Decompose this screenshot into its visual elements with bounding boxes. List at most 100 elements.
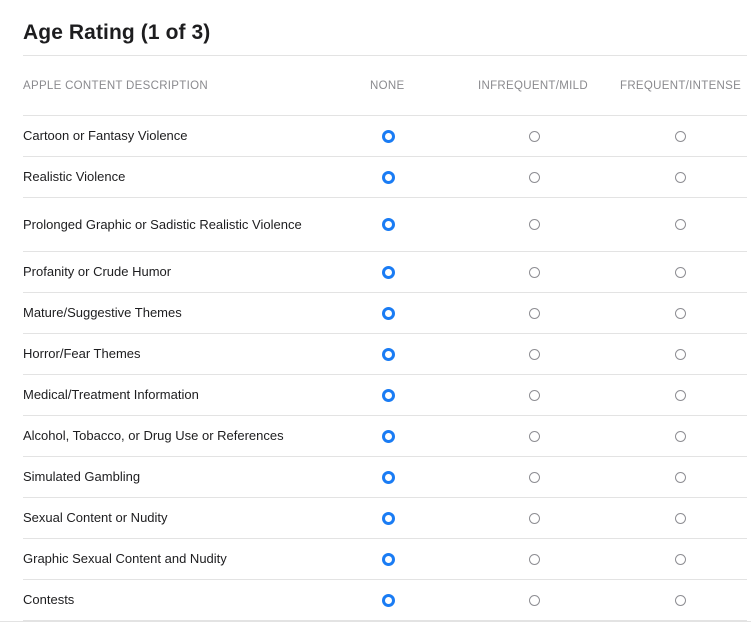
header-frequent-intense: FREQUENT/INTENSE bbox=[620, 80, 742, 92]
radio-none[interactable] bbox=[373, 580, 403, 620]
radio-unselected-icon bbox=[674, 130, 686, 142]
radio-unselected-icon bbox=[528, 348, 540, 360]
row-label: Simulated Gambling bbox=[23, 469, 141, 484]
row-label: Graphic Sexual Content and Nudity bbox=[23, 551, 227, 566]
radio-infrequent-mild[interactable] bbox=[519, 416, 549, 456]
table-row: Realistic Violence bbox=[23, 157, 747, 198]
radio-frequent-intense[interactable] bbox=[665, 580, 695, 620]
radio-unselected-icon bbox=[674, 389, 686, 401]
radio-unselected-icon bbox=[528, 471, 540, 483]
radio-none[interactable] bbox=[373, 375, 403, 415]
header-infrequent-mild: INFREQUENT/MILD bbox=[478, 80, 588, 92]
radio-infrequent-mild[interactable] bbox=[519, 457, 549, 497]
radio-none[interactable] bbox=[373, 457, 403, 497]
radio-none[interactable] bbox=[373, 157, 403, 197]
radio-unselected-icon bbox=[674, 471, 686, 483]
radio-selected-icon bbox=[381, 470, 395, 484]
radio-selected-icon bbox=[381, 218, 395, 231]
row-label: Mature/Suggestive Themes bbox=[23, 305, 182, 320]
row-label: Medical/Treatment Information bbox=[23, 387, 199, 402]
radio-unselected-icon bbox=[674, 512, 686, 524]
radio-none[interactable] bbox=[373, 293, 403, 333]
radio-unselected-icon bbox=[528, 389, 540, 401]
radio-unselected-icon bbox=[674, 219, 686, 230]
radio-unselected-icon bbox=[674, 430, 686, 442]
radio-unselected-icon bbox=[674, 348, 686, 360]
radio-unselected-icon bbox=[528, 430, 540, 442]
radio-frequent-intense[interactable] bbox=[665, 157, 695, 197]
radio-none[interactable] bbox=[373, 334, 403, 374]
header-description: APPLE CONTENT DESCRIPTION bbox=[23, 80, 208, 92]
radio-selected-icon bbox=[381, 593, 395, 607]
radio-unselected-icon bbox=[528, 130, 540, 142]
radio-frequent-intense[interactable] bbox=[665, 293, 695, 333]
radio-frequent-intense[interactable] bbox=[665, 498, 695, 538]
table-row: Profanity or Crude Humor bbox=[23, 252, 747, 293]
row-label: Alcohol, Tobacco, or Drug Use or Referen… bbox=[23, 428, 284, 443]
radio-unselected-icon bbox=[674, 553, 686, 565]
radio-none[interactable] bbox=[373, 416, 403, 456]
row-label: Prolonged Graphic or Sadistic Realistic … bbox=[23, 216, 302, 232]
radio-unselected-icon bbox=[528, 594, 540, 606]
radio-infrequent-mild[interactable] bbox=[519, 293, 549, 333]
radio-frequent-intense[interactable] bbox=[665, 457, 695, 497]
radio-unselected-icon bbox=[528, 219, 540, 230]
radio-selected-icon bbox=[381, 388, 395, 402]
radio-selected-icon bbox=[381, 265, 395, 279]
table-header-row: APPLE CONTENT DESCRIPTION NONE INFREQUEN… bbox=[23, 55, 747, 116]
radio-infrequent-mild[interactable] bbox=[519, 498, 549, 538]
radio-selected-icon bbox=[381, 170, 395, 184]
radio-unselected-icon bbox=[674, 594, 686, 606]
radio-unselected-icon bbox=[528, 307, 540, 319]
radio-frequent-intense[interactable] bbox=[665, 416, 695, 456]
table-row: Contests bbox=[23, 580, 747, 621]
table-row: Sexual Content or Nudity bbox=[23, 498, 747, 539]
table-row: Graphic Sexual Content and Nudity bbox=[23, 539, 747, 580]
radio-none[interactable] bbox=[373, 252, 403, 292]
radio-unselected-icon bbox=[528, 512, 540, 524]
table-row: Medical/Treatment Information bbox=[23, 375, 747, 416]
radio-selected-icon bbox=[381, 511, 395, 525]
radio-infrequent-mild[interactable] bbox=[519, 334, 549, 374]
radio-none[interactable] bbox=[373, 198, 403, 251]
radio-frequent-intense[interactable] bbox=[665, 198, 695, 251]
table-row: Horror/Fear Themes bbox=[23, 334, 747, 375]
table-row: Alcohol, Tobacco, or Drug Use or Referen… bbox=[23, 416, 747, 457]
radio-infrequent-mild[interactable] bbox=[519, 539, 549, 579]
radio-infrequent-mild[interactable] bbox=[519, 375, 549, 415]
radio-none[interactable] bbox=[373, 539, 403, 579]
radio-selected-icon bbox=[381, 347, 395, 361]
radio-none[interactable] bbox=[373, 116, 403, 156]
table-row: Cartoon or Fantasy Violence bbox=[23, 116, 747, 157]
radio-unselected-icon bbox=[528, 171, 540, 183]
radio-frequent-intense[interactable] bbox=[665, 334, 695, 374]
radio-selected-icon bbox=[381, 552, 395, 566]
row-label: Profanity or Crude Humor bbox=[23, 264, 172, 279]
radio-unselected-icon bbox=[674, 266, 686, 278]
table-body: Cartoon or Fantasy Violence Realistic Vio… bbox=[23, 116, 747, 621]
row-label: Sexual Content or Nudity bbox=[23, 510, 168, 525]
radio-frequent-intense[interactable] bbox=[665, 252, 695, 292]
radio-infrequent-mild[interactable] bbox=[519, 198, 549, 251]
radio-selected-icon bbox=[381, 129, 395, 143]
radio-unselected-icon bbox=[528, 266, 540, 278]
radio-selected-icon bbox=[381, 306, 395, 320]
radio-infrequent-mild[interactable] bbox=[519, 252, 549, 292]
radio-frequent-intense[interactable] bbox=[665, 375, 695, 415]
header-none: NONE bbox=[370, 80, 405, 92]
radio-infrequent-mild[interactable] bbox=[519, 157, 549, 197]
radio-unselected-icon bbox=[674, 171, 686, 183]
row-label: Contests bbox=[23, 592, 75, 607]
table-row: Mature/Suggestive Themes bbox=[23, 293, 747, 334]
radio-infrequent-mild[interactable] bbox=[519, 580, 549, 620]
radio-frequent-intense[interactable] bbox=[665, 539, 695, 579]
radio-infrequent-mild[interactable] bbox=[519, 116, 549, 156]
page-title: Age Rating (1 of 3) bbox=[23, 21, 211, 44]
row-label: Cartoon or Fantasy Violence bbox=[23, 128, 188, 143]
age-rating-table: APPLE CONTENT DESCRIPTION NONE INFREQUEN… bbox=[23, 55, 747, 621]
bottom-divider bbox=[0, 621, 751, 622]
radio-unselected-icon bbox=[674, 307, 686, 319]
radio-frequent-intense[interactable] bbox=[665, 116, 695, 156]
table-row: Prolonged Graphic or Sadistic Realistic … bbox=[23, 198, 747, 252]
radio-none[interactable] bbox=[373, 498, 403, 538]
